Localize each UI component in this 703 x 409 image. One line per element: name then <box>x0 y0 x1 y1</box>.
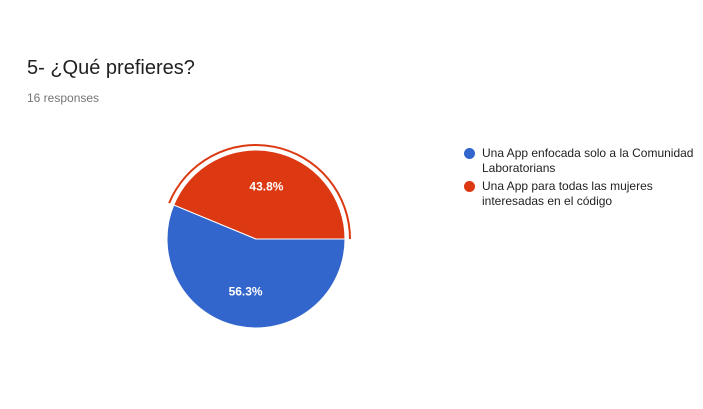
legend-swatch-1-icon <box>464 181 475 192</box>
legend-label-0: Una App enfocada solo a la Comunidad Lab… <box>482 146 694 175</box>
legend-label-1: Una App para todas las mujeres interesad… <box>482 179 653 208</box>
chart-legend: Una App enfocada solo a la Comunidad Lab… <box>464 146 694 212</box>
legend-swatch-0-icon <box>464 148 475 159</box>
pie-slice-label-0: 56.3% <box>229 284 263 298</box>
pie-slice-label-1: 43.8% <box>249 180 283 194</box>
legend-item-1[interactable]: Una App para todas las mujeres interesad… <box>464 179 694 209</box>
legend-item-0[interactable]: Una App enfocada solo a la Comunidad Lab… <box>464 146 694 176</box>
